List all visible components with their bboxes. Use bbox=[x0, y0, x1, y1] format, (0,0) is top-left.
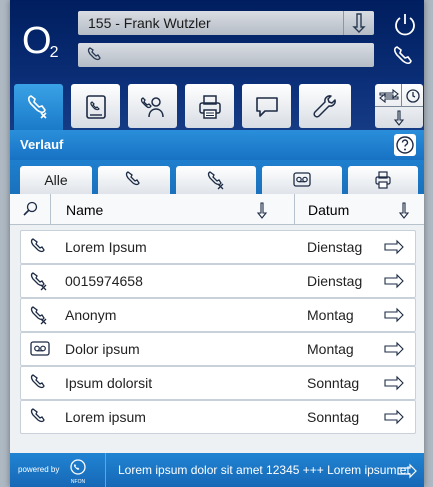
toolbar-settings-button[interactable] bbox=[299, 84, 351, 128]
main-toolbar bbox=[10, 78, 424, 132]
row-name: Lorem Ipsum bbox=[65, 239, 147, 255]
footer: powered by NFON Lorem ipsum dolor sit am… bbox=[10, 453, 424, 487]
toolbar-history-button[interactable] bbox=[14, 84, 63, 132]
arrow-right-icon[interactable] bbox=[383, 409, 405, 425]
sort-down-icon[interactable] bbox=[396, 201, 412, 219]
news-ticker: Lorem ipsum dolor sit amet 12345 +++ Lor… bbox=[118, 463, 410, 477]
tab-missed[interactable] bbox=[176, 166, 256, 194]
row-name: Lorem ipsum bbox=[65, 409, 146, 425]
column-header: Name Datum bbox=[10, 194, 424, 225]
dial-input[interactable] bbox=[78, 43, 374, 67]
phone-icon bbox=[125, 171, 140, 186]
search-icon[interactable] bbox=[22, 201, 38, 217]
missed-call-icon bbox=[30, 306, 47, 325]
row-name: 0015974658 bbox=[65, 273, 143, 289]
power-icon[interactable] bbox=[391, 10, 419, 38]
section-title: Verlauf bbox=[20, 137, 64, 152]
powered-by-label: powered by bbox=[18, 465, 60, 474]
call-icon[interactable] bbox=[391, 42, 419, 70]
missed-call-icon bbox=[207, 171, 224, 190]
status-controls bbox=[375, 84, 423, 128]
help-button[interactable] bbox=[394, 134, 416, 156]
arrow-down-icon bbox=[352, 13, 366, 33]
wrench-icon bbox=[313, 95, 336, 118]
column-name-header[interactable]: Name bbox=[66, 202, 103, 218]
tab-calls[interactable] bbox=[98, 166, 170, 194]
account-dropdown-button[interactable] bbox=[343, 11, 374, 35]
voicemail-icon bbox=[30, 341, 50, 356]
history-call-icon bbox=[27, 95, 47, 119]
row-date: Sonntag bbox=[307, 375, 360, 391]
list-item[interactable]: Dolor ipsum Montag bbox=[20, 332, 416, 366]
group-call-icon bbox=[140, 97, 164, 118]
row-date: Dienstag bbox=[307, 239, 363, 255]
row-date: Sonntag bbox=[307, 409, 360, 425]
chat-icon bbox=[256, 97, 278, 117]
arrow-right-icon[interactable] bbox=[383, 341, 405, 357]
filter-tabs: Alle bbox=[10, 160, 424, 194]
header: O2 155 - Frank Wutzler bbox=[10, 0, 424, 78]
arrow-right-icon[interactable] bbox=[383, 307, 405, 323]
help-icon bbox=[396, 136, 414, 154]
timer-icon[interactable] bbox=[405, 88, 421, 104]
arrow-right-icon[interactable] bbox=[383, 273, 405, 289]
o2-logo: O2 bbox=[22, 20, 59, 62]
transfer-icon[interactable] bbox=[378, 87, 400, 105]
sort-down-icon[interactable] bbox=[254, 201, 270, 219]
row-name: Ipsum dolorsit bbox=[65, 375, 153, 391]
toolbar-group-call-button[interactable] bbox=[128, 84, 177, 128]
section-header: Verlauf bbox=[10, 130, 424, 160]
column-date-header[interactable]: Datum bbox=[308, 202, 349, 218]
list-item[interactable]: Lorem ipsum Sonntag bbox=[20, 400, 416, 434]
list-item[interactable]: 0015974658 Dienstag bbox=[20, 264, 416, 298]
address-book-icon bbox=[86, 95, 106, 119]
arrow-right-icon[interactable] bbox=[383, 239, 405, 255]
fax-icon bbox=[199, 95, 221, 119]
account-select[interactable]: 155 - Frank Wutzler bbox=[78, 11, 374, 35]
row-date: Dienstag bbox=[307, 273, 363, 289]
tab-all-label: Alle bbox=[44, 172, 68, 188]
toolbar-fax-button[interactable] bbox=[185, 84, 234, 128]
nfon-logo: NFON bbox=[70, 459, 86, 485]
row-date: Montag bbox=[307, 307, 354, 323]
arrow-down-icon[interactable] bbox=[390, 109, 408, 127]
voicemail-icon bbox=[293, 172, 311, 187]
fax-icon bbox=[375, 171, 391, 189]
toolbar-chat-button[interactable] bbox=[242, 84, 291, 128]
row-name: Anonym bbox=[65, 307, 117, 323]
row-date: Montag bbox=[307, 341, 354, 357]
list-item[interactable]: Ipsum dolorsit Sonntag bbox=[20, 366, 416, 400]
list-item[interactable]: Lorem Ipsum Dienstag bbox=[20, 230, 416, 264]
tab-fax[interactable] bbox=[348, 166, 418, 194]
arrow-right-icon[interactable] bbox=[383, 375, 405, 391]
missed-call-icon bbox=[30, 272, 47, 291]
toolbar-contacts-button[interactable] bbox=[71, 84, 120, 128]
phone-icon bbox=[30, 238, 45, 253]
phone-icon bbox=[30, 408, 45, 423]
tab-voicemail[interactable] bbox=[262, 166, 342, 194]
phone-icon bbox=[87, 47, 101, 61]
account-label: 155 - Frank Wutzler bbox=[88, 15, 211, 31]
o2-phone-app: O2 155 - Frank Wutzler Verlauf Alle Name… bbox=[10, 0, 424, 487]
tab-all[interactable]: Alle bbox=[20, 166, 92, 194]
arrow-right-icon[interactable] bbox=[396, 463, 418, 479]
phone-icon bbox=[30, 374, 45, 389]
list-item[interactable]: Anonym Montag bbox=[20, 298, 416, 332]
row-name: Dolor ipsum bbox=[65, 341, 140, 357]
svg-text:NFON: NFON bbox=[71, 479, 86, 485]
